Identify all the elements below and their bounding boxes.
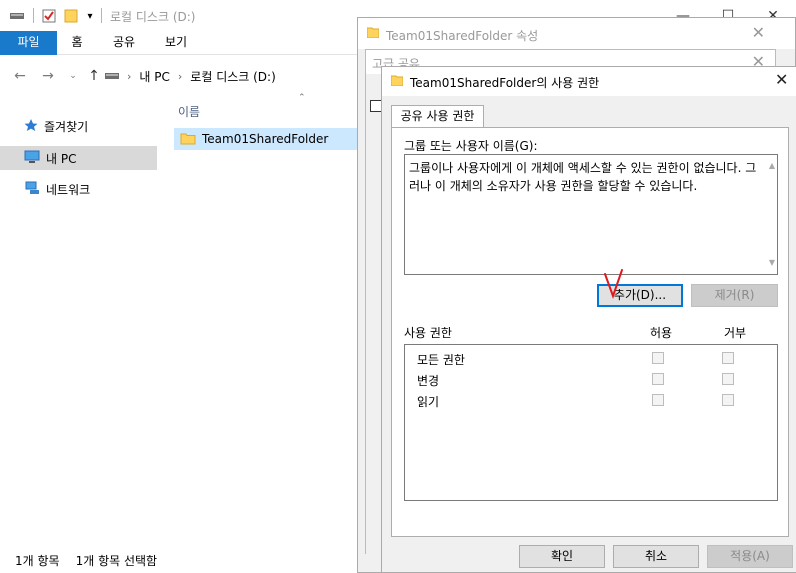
item-count: 1개 항목: [15, 554, 60, 568]
network-icon: [24, 181, 40, 198]
tab-view[interactable]: 보기: [156, 31, 196, 55]
deny-checkbox[interactable]: [722, 394, 734, 406]
cancel-button[interactable]: 취소: [613, 545, 699, 568]
permissions-list: 모든 권한 변경 읽기: [404, 344, 778, 501]
allow-column-header: 허용: [650, 326, 673, 340]
list-item[interactable]: Team01SharedFolder: [174, 128, 364, 150]
scroll-down-icon[interactable]: ▼: [769, 254, 775, 272]
tab-home[interactable]: 홈: [62, 31, 92, 55]
permissions-titlebar: Team01SharedFolder의 사용 권한 ✕: [382, 67, 796, 96]
nav-item-label: 즐겨찾기: [44, 119, 89, 134]
nav-item-label: 네트워크: [46, 182, 91, 197]
sort-ascending-icon: ⌃: [298, 93, 306, 103]
customize-toolbar-icon[interactable]: ▾: [83, 8, 97, 24]
breadcrumb-separator-icon: ›: [127, 69, 132, 83]
tab-share-permissions[interactable]: 공유 사용 권한: [391, 105, 484, 128]
permission-name: 읽기: [417, 395, 440, 409]
drive-icon[interactable]: [9, 8, 25, 24]
table-row: 읽기: [405, 390, 777, 410]
permissions-title: Team01SharedFolder의 사용 권한: [410, 76, 600, 90]
permission-name: 모든 권한: [417, 353, 465, 367]
quick-access-separator: [33, 8, 34, 23]
remove-button[interactable]: 제거(R): [691, 284, 778, 307]
breadcrumb-this-pc[interactable]: 내 PC: [139, 68, 169, 85]
share-permissions-panel: 그룹 또는 사용자 이름(G): 그룹이나 사용자에게 이 개체에 액세스할 수…: [391, 127, 789, 537]
close-icon[interactable]: ✕: [775, 70, 788, 89]
apply-button[interactable]: 적용(A): [707, 545, 793, 568]
folder-icon: [180, 131, 196, 148]
empty-message: 그룹이나 사용자에게 이 개체에 액세스할 수 있는 권한이 없습니다. 그러나…: [409, 161, 757, 193]
close-icon[interactable]: ✕: [752, 23, 765, 42]
nav-item-this-pc[interactable]: 내 PC: [0, 146, 157, 170]
permission-name: 변경: [417, 374, 440, 388]
allow-checkbox[interactable]: [652, 352, 664, 364]
folder-icon: [366, 26, 380, 41]
forward-icon[interactable]: →: [38, 66, 58, 86]
drive-small-icon: [105, 69, 119, 83]
selection-count: 1개 항목 선택함: [75, 554, 158, 568]
properties-title: Team01SharedFolder 속성: [386, 29, 539, 43]
nav-item-favorites[interactable]: 즐겨찾기: [0, 114, 157, 138]
table-row: 모든 권한: [405, 348, 777, 368]
address-bar[interactable]: › 내 PC › 로컬 디스크 (D:): [105, 64, 365, 88]
group-user-list[interactable]: 그룹이나 사용자에게 이 개체에 액세스할 수 있는 권한이 없습니다. 그러나…: [404, 154, 778, 275]
window-title: 로컬 디스크 (D:): [110, 10, 196, 24]
scroll-up-icon[interactable]: ▲: [769, 157, 775, 175]
status-bar: 1개 항목 1개 항목 선택함: [15, 552, 157, 569]
allow-checkbox[interactable]: [652, 373, 664, 385]
allow-checkbox[interactable]: [652, 394, 664, 406]
up-icon[interactable]: ↑: [84, 66, 104, 86]
group-user-label: 그룹 또는 사용자 이름(G):: [404, 139, 538, 153]
column-header-name[interactable]: 이름: [178, 103, 200, 120]
nav-item-label: 내 PC: [46, 151, 77, 166]
annotation-check-icon: [604, 269, 623, 299]
computer-icon: [24, 150, 40, 167]
share-permissions-dialog: Team01SharedFolder의 사용 권한 ✕ 공유 사용 권한 그룹 …: [381, 66, 796, 573]
navigation-pane: 즐겨찾기 내 PC 네트워크: [0, 100, 160, 540]
nav-item-network[interactable]: 네트워크: [0, 177, 157, 201]
ok-button[interactable]: 확인: [519, 545, 605, 568]
folder-icon: [390, 74, 404, 89]
title-separator: [101, 8, 102, 23]
star-icon: [24, 118, 38, 135]
tab-share[interactable]: 공유: [104, 31, 144, 55]
permissions-label: 사용 권한: [404, 326, 452, 340]
deny-checkbox[interactable]: [722, 373, 734, 385]
file-name: Team01SharedFolder: [202, 132, 329, 146]
properties-titlebar: Team01SharedFolder 속성 ✕: [358, 18, 795, 49]
breadcrumb-separator-icon: ›: [177, 69, 183, 83]
advanced-sharing-body: [365, 74, 382, 554]
deny-checkbox[interactable]: [722, 352, 734, 364]
back-icon[interactable]: ←: [10, 66, 30, 86]
deny-column-header: 거부: [724, 326, 747, 340]
breadcrumb-local-disk[interactable]: 로컬 디스크 (D:): [190, 68, 275, 85]
tab-file[interactable]: 파일: [0, 31, 57, 55]
properties-icon[interactable]: [41, 8, 57, 24]
recent-locations-icon[interactable]: ⌄: [63, 66, 83, 86]
new-folder-icon[interactable]: [63, 8, 79, 24]
table-row: 변경: [405, 369, 777, 389]
